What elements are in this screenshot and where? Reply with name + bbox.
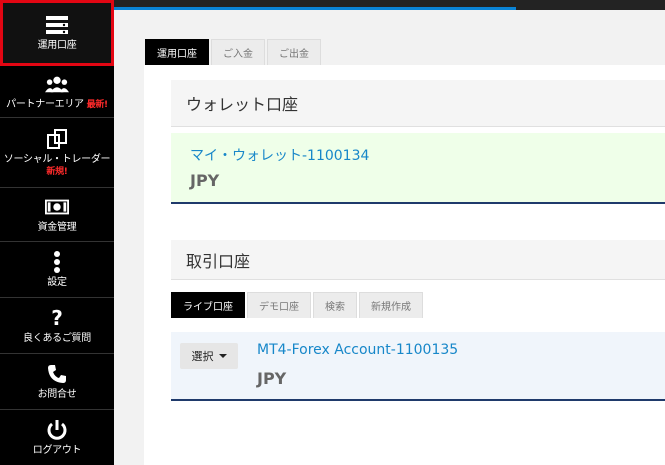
tab-search[interactable]: 検索	[313, 292, 357, 318]
top-bar	[114, 0, 665, 10]
trading-account-link[interactable]: MT4-Forex Account-1100135	[257, 342, 458, 358]
trading-currency: JPY	[257, 369, 287, 388]
sidebar: 運用口座 パートナーエリア 最新! ソーシャル・トレーダー 新規! 資金管理 設…	[0, 0, 114, 465]
tab-live-accounts[interactable]: ライブ口座	[171, 292, 245, 318]
sidebar-item-label: ソーシャル・トレーダー	[3, 154, 111, 165]
wallet-section-header: ウォレット口座	[171, 80, 665, 127]
tab-create-new[interactable]: 新規作成	[359, 292, 423, 318]
tab-accounts[interactable]: 運用口座	[145, 39, 209, 65]
money-icon	[45, 195, 69, 219]
main-tabs: 運用口座 ご入金 ご出金	[145, 39, 321, 65]
sidebar-item-partner[interactable]: パートナーエリア 最新!	[0, 66, 114, 118]
trading-section-title: 取引口座	[186, 251, 251, 271]
wallet-account-card: マイ・ウォレット-1100134 JPY	[171, 133, 665, 204]
power-icon	[45, 418, 69, 442]
sidebar-item-faq[interactable]: ? 良くあるご質問	[0, 298, 114, 354]
accounts-panel: ウォレット口座 マイ・ウォレット-1100134 JPY 取引口座 ライブ口座 …	[144, 65, 665, 465]
sidebar-item-funds[interactable]: 資金管理	[0, 188, 114, 242]
wallet-account-link[interactable]: マイ・ウォレット-1100134	[190, 145, 369, 165]
sidebar-item-label: パートナーエリア	[6, 99, 84, 110]
sidebar-item-settings[interactable]: 設定	[0, 242, 114, 298]
server-icon	[45, 13, 69, 37]
sidebar-item-accounts[interactable]: 運用口座	[0, 0, 114, 66]
sidebar-item-label: お問合せ	[37, 389, 77, 400]
dots-vertical-icon	[45, 250, 69, 274]
wallet-section-title: ウォレット口座	[186, 95, 299, 114]
sidebar-item-label: 資金管理	[37, 222, 77, 233]
users-icon	[45, 72, 69, 96]
tab-demo-accounts[interactable]: デモ口座	[247, 292, 311, 318]
sidebar-item-social-trader[interactable]: ソーシャル・トレーダー 新規!	[0, 118, 114, 188]
caret-down-icon	[218, 354, 227, 358]
trading-section-header: 取引口座	[171, 240, 665, 280]
sidebar-item-label: 運用口座	[37, 40, 77, 51]
copy-icon	[45, 127, 69, 151]
new-badge: 新規!	[46, 167, 68, 177]
tab-withdraw[interactable]: ご出金	[267, 39, 321, 65]
select-dropdown-button[interactable]: 選択	[180, 343, 238, 369]
tab-deposit[interactable]: ご入金	[211, 39, 265, 65]
trading-tabs: ライブ口座 デモ口座 検索 新規作成	[171, 292, 423, 318]
sidebar-item-label: 設定	[47, 277, 67, 288]
question-icon: ?	[51, 306, 63, 330]
sidebar-item-label: 良くあるご質問	[23, 333, 91, 344]
sidebar-item-contact[interactable]: お問合せ	[0, 354, 114, 410]
select-label: 選択	[191, 350, 214, 363]
main-content: 運用口座 ご入金 ご出金 ウォレット口座 マイ・ウォレット-1100134 JP…	[114, 10, 665, 465]
trading-account-card: 選択 MT4-Forex Account-1100135 JPY	[171, 332, 665, 401]
sidebar-item-logout[interactable]: ログアウト	[0, 410, 114, 465]
phone-icon	[45, 362, 69, 386]
wallet-currency: JPY	[190, 171, 220, 190]
sidebar-item-label: ログアウト	[32, 445, 82, 456]
new-badge: 最新!	[86, 100, 109, 110]
